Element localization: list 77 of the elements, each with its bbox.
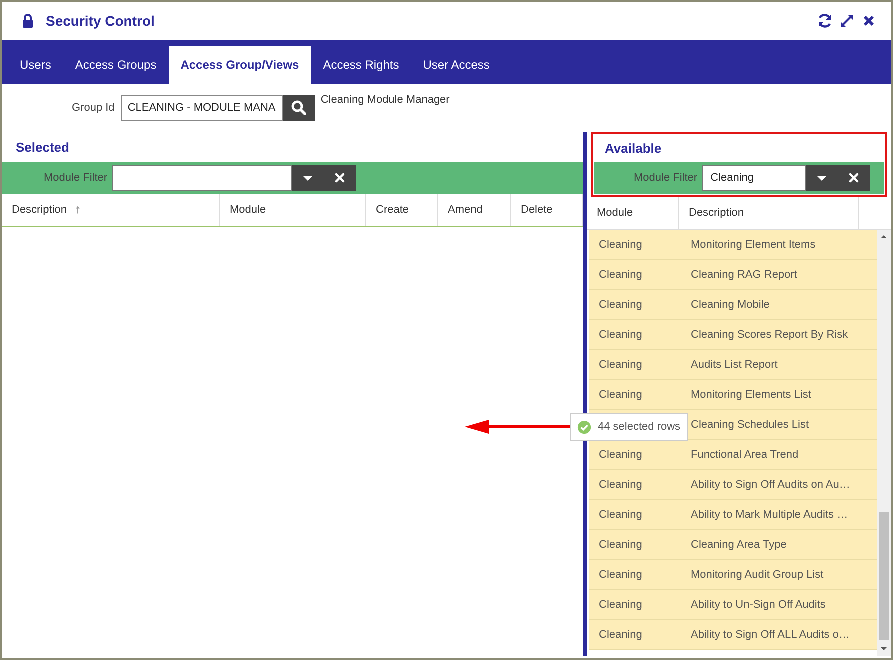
table-row[interactable]: Cleaning Ability to Mark Multiple Audits … bbox=[589, 500, 877, 530]
tooltip-text: 44 selected rows bbox=[598, 421, 681, 433]
tab[interactable]: Users bbox=[8, 46, 64, 84]
table-cell-text: Cleaning bbox=[598, 448, 644, 462]
table-cell-text: Cleaning RAG Report bbox=[690, 268, 798, 282]
dropdown-button[interactable] bbox=[292, 165, 324, 191]
filter-label: Module Filter bbox=[44, 172, 108, 184]
tab[interactable]: Access Group/Views bbox=[168, 46, 312, 84]
scrollbar-thumb[interactable] bbox=[879, 512, 889, 640]
table-cell-text: Cleaning bbox=[598, 328, 644, 342]
window-title: Security Control bbox=[46, 13, 155, 29]
tab[interactable]: Access Groups bbox=[63, 46, 169, 84]
check-circle-icon bbox=[577, 420, 592, 434]
table-cell-text: Cleaning Schedules List bbox=[690, 418, 810, 432]
table-row[interactable]: Cleaning Monitoring Element Items bbox=[589, 230, 877, 260]
table-cell-text: Cleaning bbox=[598, 388, 644, 402]
panel-title: Available bbox=[604, 140, 663, 158]
table-row[interactable]: Cleaning Ability to Sign Off ALL Audits o… bbox=[589, 620, 877, 650]
group-id-field[interactable]: CLEANING - MODULE MANA bbox=[120, 95, 283, 121]
table-row[interactable]: Cleaning Cleaning Mobile bbox=[589, 290, 877, 320]
table-cell-text: Ability to Sign Off ALL Audits o… bbox=[690, 628, 851, 642]
column-header[interactable]: Description bbox=[2, 194, 220, 226]
table-cell-text: Monitoring Elements List bbox=[690, 388, 812, 402]
panel-title: Selected bbox=[15, 138, 70, 156]
table-row[interactable]: Cleaning Functional Area Trend bbox=[589, 440, 877, 470]
table-cell-text: Cleaning bbox=[598, 358, 644, 372]
table-row[interactable]: Cleaning Monitoring Elements List bbox=[589, 380, 877, 410]
column-header[interactable]: Create bbox=[366, 194, 438, 226]
search-icon bbox=[290, 100, 307, 116]
close-icon bbox=[332, 171, 347, 185]
table-row[interactable]: Cleaning Cleaning RAG Report bbox=[589, 260, 877, 290]
clear-button[interactable] bbox=[838, 165, 870, 191]
table-cell-text: Cleaning bbox=[598, 508, 644, 522]
table-cell-text: Cleaning Scores Report By Risk bbox=[690, 328, 850, 342]
table-cell-text: Monitoring Audit Group List bbox=[690, 568, 825, 582]
table-row[interactable]: Cleaning Audits List Report bbox=[589, 350, 877, 380]
group-id-label: Group Id bbox=[72, 102, 115, 114]
table-row[interactable]: Cleaning Ability to Sign Off Audits on Au… bbox=[589, 470, 877, 500]
table-cell-text: Ability to Sign Off Audits on Au… bbox=[690, 478, 852, 492]
close-icon bbox=[846, 171, 861, 185]
column-header[interactable]: Module bbox=[587, 197, 679, 229]
table-row[interactable]: Cleaning Cleaning Area Type bbox=[589, 530, 877, 560]
close-icon bbox=[861, 13, 877, 29]
table-cell-text: Cleaning bbox=[598, 268, 644, 282]
table-cell-text: Audits List Report bbox=[690, 358, 779, 372]
table-cell-text: Cleaning bbox=[598, 238, 644, 252]
filter-label: Module Filter bbox=[634, 172, 698, 184]
table-cell-text: Cleaning bbox=[598, 298, 644, 312]
table-row[interactable]: Cleaning Ability to Un-Sign Off Audits bbox=[589, 590, 877, 620]
tab[interactable]: User Access bbox=[411, 46, 502, 84]
table-row[interactable]: Cleaning Monitoring Audit Group List bbox=[589, 560, 877, 590]
expand-icon bbox=[839, 13, 855, 29]
table-cell-text: Monitoring Element Items bbox=[690, 238, 817, 252]
dropdown-button[interactable] bbox=[806, 165, 838, 191]
table-cell-text: Cleaning bbox=[598, 568, 644, 582]
column-header[interactable]: Amend bbox=[438, 194, 511, 226]
module-filter-field[interactable] bbox=[112, 165, 292, 191]
search-button[interactable] bbox=[282, 95, 315, 121]
refresh-icon bbox=[817, 13, 833, 29]
tab[interactable]: Access Rights bbox=[311, 46, 412, 84]
table-cell-text: Cleaning bbox=[598, 478, 644, 492]
column-header[interactable]: Module bbox=[220, 194, 366, 226]
table-cell-text: Cleaning bbox=[598, 538, 644, 552]
table-cell-text: Cleaning Area Type bbox=[690, 538, 788, 552]
group-description: Cleaning Module Manager bbox=[320, 94, 450, 106]
table-row[interactable]: Cleaning Cleaning Scores Report By Risk bbox=[589, 320, 877, 350]
module-filter-field[interactable]: Cleaning bbox=[702, 165, 806, 191]
table-cell-text: Ability to Mark Multiple Audits … bbox=[690, 508, 850, 522]
column-header[interactable]: Description bbox=[679, 197, 859, 229]
table-cell-text: Ability to Un-Sign Off Audits bbox=[690, 598, 827, 612]
clear-button[interactable] bbox=[324, 165, 356, 191]
lock-icon bbox=[20, 13, 36, 29]
table-cell-text: Functional Area Trend bbox=[690, 448, 800, 462]
scrollbar[interactable] bbox=[877, 230, 891, 656]
table-cell-text: Cleaning bbox=[598, 628, 644, 642]
table-cell-text: Cleaning Mobile bbox=[690, 298, 771, 312]
table-cell-text: Cleaning bbox=[598, 598, 644, 612]
